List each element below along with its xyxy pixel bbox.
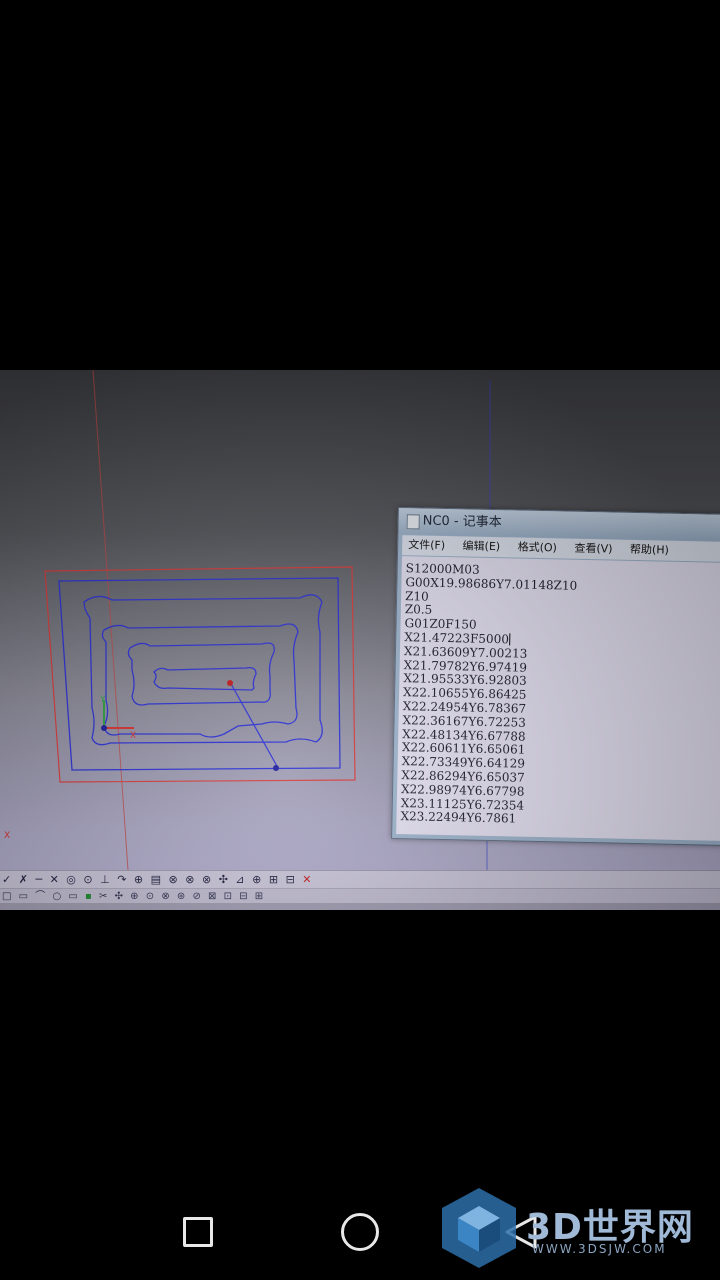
watermark-cube-icon <box>442 1188 516 1268</box>
circle-icon[interactable]: ○ <box>52 889 61 904</box>
circle-dot-icon[interactable]: ⊙ <box>83 871 92 889</box>
menu-file[interactable]: 文件(F) <box>408 538 445 552</box>
trim-icon[interactable]: ✂ <box>99 889 107 904</box>
axis-x-label: X <box>130 731 136 741</box>
check-icon[interactable]: ✓ <box>2 871 11 889</box>
home-button[interactable] <box>341 1213 379 1251</box>
toolpath-end-point <box>273 765 279 771</box>
cad-status-bar <box>0 903 720 910</box>
menu-view[interactable]: 查看(V) <box>574 542 612 556</box>
x-icon[interactable]: ✕ <box>50 871 59 889</box>
rectangle-icon[interactable]: □ <box>2 889 11 904</box>
menu-edit[interactable]: 编辑(E) <box>462 539 500 553</box>
notepad-title: NC0 - 记事本 <box>422 513 502 531</box>
toolpath-ring-2 <box>101 623 299 738</box>
target-icon[interactable]: ◎ <box>66 871 76 889</box>
perpendicular-icon[interactable]: ⊥ <box>100 871 110 889</box>
zoom-icon[interactable]: ⊕ <box>252 871 261 889</box>
cross-icon[interactable]: ✗ <box>19 871 28 889</box>
fill-icon[interactable]: ▪ <box>85 889 92 904</box>
frame-icon[interactable]: ▭ <box>19 889 28 904</box>
notepad-app-icon <box>406 514 420 530</box>
grid-snap-icon[interactable]: ⊕ <box>134 871 143 889</box>
move-icon[interactable]: ✣ <box>115 889 123 904</box>
table-icon[interactable]: ⊞ <box>255 889 263 904</box>
toolpath-start-point <box>227 680 233 686</box>
rotate-icon[interactable]: ↷ <box>117 871 126 889</box>
simulate-icon[interactable]: ⊛ <box>177 889 185 904</box>
export-icon[interactable]: ⊠ <box>208 889 216 904</box>
toolpath-ring-4 <box>153 666 257 691</box>
cad-toolbar-bottom: □ ▭ ⌒ ○ ▭ ▪ ✂ ✣ ⊕ ⊙ ⊗ ⊛ ⊘ ⊠ ⊡ ⊟ ⊞ <box>0 888 720 904</box>
gcode-icon[interactable]: ⊡ <box>224 889 232 904</box>
text-caret <box>508 633 511 646</box>
layer-icon[interactable]: ▤ <box>151 871 161 889</box>
menu-format[interactable]: 格式(O) <box>518 541 558 555</box>
move-icon[interactable]: ✣ <box>219 871 228 889</box>
origin-marker <box>101 725 107 731</box>
view-icon[interactable]: ⊗ <box>202 871 211 889</box>
list-icon[interactable]: ⊟ <box>239 889 247 904</box>
monitor-photo: X Y X NC0 - 记事本 文件(F) 编辑(E) 格式(O) 查看(V) … <box>0 370 720 910</box>
toolpath-outer-rect <box>58 577 341 771</box>
menu-help[interactable]: 帮助(H) <box>630 543 669 557</box>
delete-icon[interactable]: ✕ <box>302 871 311 889</box>
arc-icon[interactable]: ⌒ <box>35 889 45 904</box>
view-icon[interactable]: ⊗ <box>169 871 178 889</box>
recent-apps-button[interactable] <box>183 1217 213 1247</box>
watermark: 3D世界网 WWW.3DSJW.COM <box>436 1184 706 1270</box>
line-icon[interactable]: ─ <box>35 871 42 889</box>
stop-icon[interactable]: ⊘ <box>192 889 200 904</box>
zoom-in-icon[interactable]: ⊞ <box>269 871 278 889</box>
notepad-window[interactable]: NC0 - 记事本 文件(F) 编辑(E) 格式(O) 查看(V) 帮助(H) … <box>391 507 720 847</box>
notepad-text-area[interactable]: S12000M03 G00X19.98686Y7.01148Z10 Z10 Z0… <box>396 556 720 842</box>
box-icon[interactable]: ▭ <box>68 889 77 904</box>
corner-axis-label: X <box>4 831 10 841</box>
cad-toolbar-top: ✓ ✗ ─ ✕ ◎ ⊙ ⊥ ↷ ⊕ ▤ ⊗ ⊗ ⊗ ✣ ⊿ ⊕ ⊞ ⊟ ✕ <box>0 870 720 889</box>
zoom-out-icon[interactable]: ⊟ <box>286 871 295 889</box>
drill-icon[interactable]: ⊙ <box>146 889 154 904</box>
view-icon[interactable]: ⊗ <box>185 871 194 889</box>
axis-y-label: Y <box>99 695 106 705</box>
watermark-url: WWW.3DSJW.COM <box>532 1242 667 1256</box>
toolpath-ring-3 <box>127 642 275 706</box>
pocket-icon[interactable]: ⊗ <box>161 889 169 904</box>
angle-icon[interactable]: ⊿ <box>235 871 244 889</box>
toolpath-icon[interactable]: ⊕ <box>130 889 138 904</box>
